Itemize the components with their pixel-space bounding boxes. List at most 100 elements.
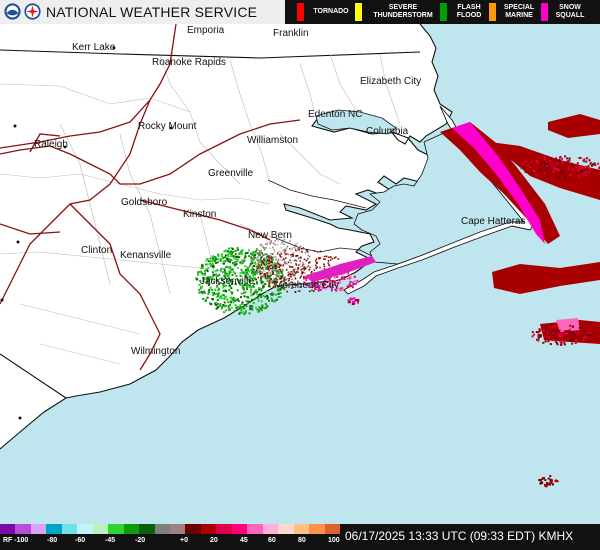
radar-echo xyxy=(310,272,312,274)
radar-echo xyxy=(220,253,223,256)
radar-echo xyxy=(250,288,253,291)
radar-echo xyxy=(290,273,293,276)
radar-echo xyxy=(222,260,225,263)
radar-echo xyxy=(300,266,302,268)
radar-echo xyxy=(268,285,270,287)
radar-echo xyxy=(241,311,244,314)
radar-echo xyxy=(578,336,581,339)
radar-echo xyxy=(349,280,352,283)
city-dot xyxy=(13,124,17,128)
radar-echo xyxy=(247,249,250,252)
radar-echo xyxy=(223,267,226,270)
radar-echo xyxy=(589,332,592,334)
radar-echo xyxy=(228,267,231,270)
radar-echo xyxy=(270,274,272,276)
radar-echo xyxy=(295,262,297,265)
radar-echo xyxy=(251,266,254,269)
radar-echo xyxy=(588,159,591,162)
radar-echo xyxy=(586,167,589,170)
radar-echo xyxy=(549,343,552,345)
radar-echo xyxy=(223,256,226,259)
radar-echo xyxy=(596,170,599,173)
radar-echo xyxy=(259,250,262,253)
radar-echo xyxy=(303,275,305,278)
radar-echo xyxy=(273,256,275,258)
radar-echo xyxy=(225,304,228,307)
radar-echo xyxy=(327,256,330,259)
radar-echo xyxy=(260,243,263,246)
radar-echo xyxy=(222,289,225,292)
radar-echo xyxy=(217,255,220,258)
radar-echo xyxy=(255,278,257,281)
radar-echo xyxy=(542,330,545,332)
radar-echo xyxy=(298,251,301,253)
radar-echo xyxy=(297,267,299,269)
radar-echo xyxy=(329,256,332,259)
radar-echo xyxy=(269,279,272,282)
radar-echo xyxy=(289,265,291,268)
radar-echo xyxy=(223,301,226,304)
radar-echo xyxy=(546,481,548,484)
radar-echo xyxy=(532,174,535,177)
radar-echo xyxy=(347,277,349,280)
radar-echo xyxy=(270,256,273,259)
radar-echo xyxy=(586,157,588,160)
radar-echo xyxy=(357,298,360,301)
radar-echo xyxy=(292,253,294,256)
radar-echo xyxy=(213,260,216,263)
colorbar-segment xyxy=(154,524,171,534)
radar-echo xyxy=(566,157,569,160)
radar-echo xyxy=(327,262,330,264)
radar-echo xyxy=(257,297,259,300)
radar-echo xyxy=(266,241,269,244)
radar-echo xyxy=(561,335,563,338)
radar-echo xyxy=(255,249,258,252)
radar-echo xyxy=(293,246,296,249)
radar-echo xyxy=(570,162,573,165)
radar-echo xyxy=(293,274,295,277)
radar-echo xyxy=(217,295,220,297)
radar-echo xyxy=(337,258,340,260)
radar-echo xyxy=(313,269,316,271)
radar-echo xyxy=(247,273,249,276)
radar-echo xyxy=(341,289,344,292)
radar-echo xyxy=(249,264,252,267)
radar-echo xyxy=(581,167,584,170)
radar-echo xyxy=(286,263,288,265)
radar-echo xyxy=(580,338,583,341)
radar-echo xyxy=(265,267,268,269)
radar-echo xyxy=(587,165,589,168)
radar-echo xyxy=(238,252,241,255)
radar-echo xyxy=(301,248,303,250)
radar-echo xyxy=(260,271,262,273)
city-dot xyxy=(63,145,67,149)
radar-echo xyxy=(544,340,547,343)
radar-echo xyxy=(264,246,266,249)
city-label: New Bern xyxy=(248,230,292,241)
radar-echo xyxy=(198,291,201,294)
radar-echo xyxy=(267,266,270,268)
radar-echo xyxy=(302,262,304,264)
legend-swatch-snow-squall xyxy=(541,3,548,21)
radar-echo xyxy=(229,291,232,293)
radar-echo xyxy=(527,168,530,171)
radar-echo xyxy=(280,270,283,273)
radar-echo xyxy=(588,171,591,174)
radar-echo xyxy=(259,254,262,256)
radar-echo xyxy=(315,264,317,267)
radar-echo xyxy=(211,271,214,274)
colorbar-segment xyxy=(123,524,140,534)
radar-echo xyxy=(577,332,580,335)
radar-echo xyxy=(212,298,214,301)
radar-echo xyxy=(305,249,308,251)
radar-echo xyxy=(272,242,275,245)
radar-echo xyxy=(289,248,291,250)
radar-echo xyxy=(258,267,260,269)
radar-echo xyxy=(272,293,275,296)
radar-echo xyxy=(268,257,270,259)
radar-echo xyxy=(271,261,274,264)
radar-echo xyxy=(221,271,224,274)
colorbar-segment xyxy=(200,524,217,534)
radar-echo xyxy=(314,260,317,262)
radar-echo xyxy=(275,274,278,277)
